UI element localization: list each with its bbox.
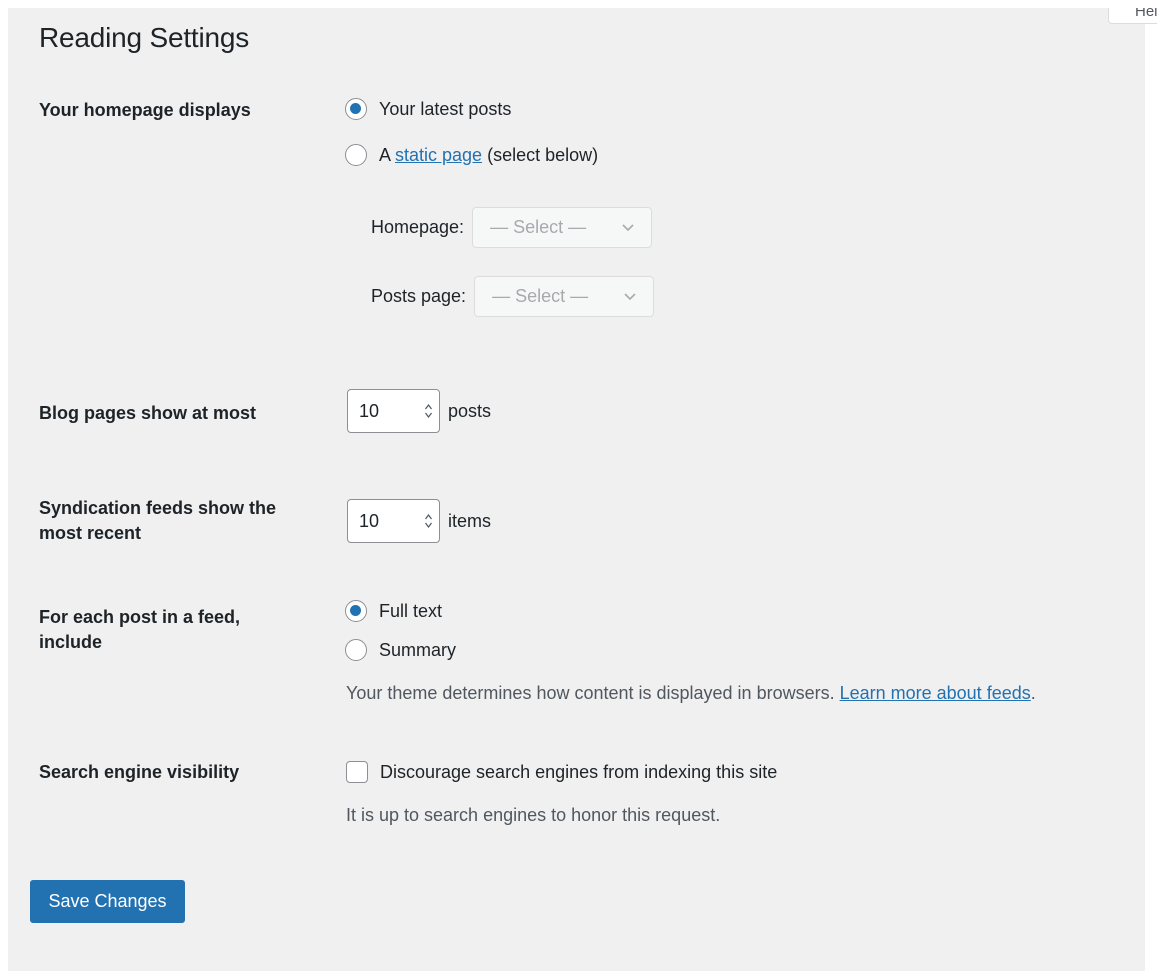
discourage-search-row[interactable]: Discourage search engines from indexing … xyxy=(346,761,777,783)
syndication-label-line2: most recent xyxy=(39,523,142,543)
blog-pages-label: Blog pages show at most xyxy=(39,403,257,423)
blog-pages-unit: posts xyxy=(448,400,492,421)
syndication-row: 10 items xyxy=(347,499,491,543)
blog-pages-value: 10 xyxy=(359,400,380,421)
syndication-label: Syndication feeds show the most recent xyxy=(39,496,276,546)
posts-page-select[interactable]: — Select — xyxy=(474,276,655,317)
search-visibility-label: Search engine visibility xyxy=(39,762,240,782)
spinner-arrows-icon[interactable] xyxy=(424,512,433,530)
radio-static-page-suffix: (select below) xyxy=(482,144,599,165)
homepage-displays-label: Your homepage displays xyxy=(39,100,251,120)
chevron-down-icon xyxy=(624,293,636,301)
radio-latest-posts-label: Your latest posts xyxy=(379,98,512,119)
radio-latest-posts[interactable]: Your latest posts xyxy=(345,98,511,120)
static-page-link[interactable]: static page xyxy=(395,145,482,166)
blog-pages-row: 10 posts xyxy=(347,389,491,433)
page-title: Reading Settings xyxy=(39,22,250,53)
chevron-down-icon xyxy=(622,224,634,232)
feed-description-suffix: . xyxy=(1030,683,1036,703)
posts-page-select-value: — Select — xyxy=(492,286,589,306)
radio-summary-input[interactable] xyxy=(345,639,367,661)
syndication-input[interactable]: 10 xyxy=(347,499,440,543)
radio-full-text-input[interactable] xyxy=(345,600,367,622)
syndication-value: 10 xyxy=(359,510,380,531)
posts-page-select-label: Posts page: xyxy=(371,286,467,306)
radio-static-page-prefix: A xyxy=(379,144,396,165)
spinner-arrows-icon[interactable] xyxy=(424,402,433,420)
homepage-select-label: Homepage: xyxy=(371,217,465,237)
syndication-label-line1: Syndication feeds show the xyxy=(39,498,277,518)
radio-full-text[interactable]: Full text xyxy=(345,600,442,622)
radio-latest-posts-input[interactable] xyxy=(345,98,367,120)
blog-pages-input[interactable]: 10 xyxy=(347,389,440,433)
feed-description-text: Your theme determines how content is dis… xyxy=(346,683,840,703)
radio-full-text-label: Full text xyxy=(379,600,443,621)
radio-summary[interactable]: Summary xyxy=(345,639,456,661)
homepage-select[interactable]: — Select — xyxy=(472,207,653,248)
feed-description: Your theme determines how content is dis… xyxy=(346,683,1036,704)
learn-more-feeds-link[interactable]: Learn more about feeds xyxy=(840,683,1031,703)
settings-page: Help Reading Settings Your homepage disp… xyxy=(8,8,1157,971)
radio-summary-label: Summary xyxy=(379,639,457,660)
posts-page-select-row: Posts page: — Select — xyxy=(371,276,655,317)
radio-static-page-input[interactable] xyxy=(345,144,367,166)
feed-content-label-line2: include xyxy=(39,632,103,652)
feed-content-label-line1: For each post in a feed, xyxy=(39,607,241,627)
radio-static-page[interactable]: A static page (select below) xyxy=(345,144,598,166)
help-tab[interactable]: Help xyxy=(1108,8,1157,24)
save-changes-button[interactable]: Save Changes xyxy=(30,880,185,923)
feed-content-label: For each post in a feed, include xyxy=(39,605,240,655)
discourage-search-checkbox[interactable] xyxy=(346,761,368,783)
homepage-select-row: Homepage: — Select — xyxy=(371,207,653,248)
discourage-search-label: Discourage search engines from indexing … xyxy=(380,761,778,782)
help-tab-label: Help xyxy=(1135,8,1157,20)
search-visibility-description: It is up to search engines to honor this… xyxy=(346,805,721,825)
homepage-select-value: — Select — xyxy=(490,217,587,237)
syndication-unit: items xyxy=(448,510,492,531)
